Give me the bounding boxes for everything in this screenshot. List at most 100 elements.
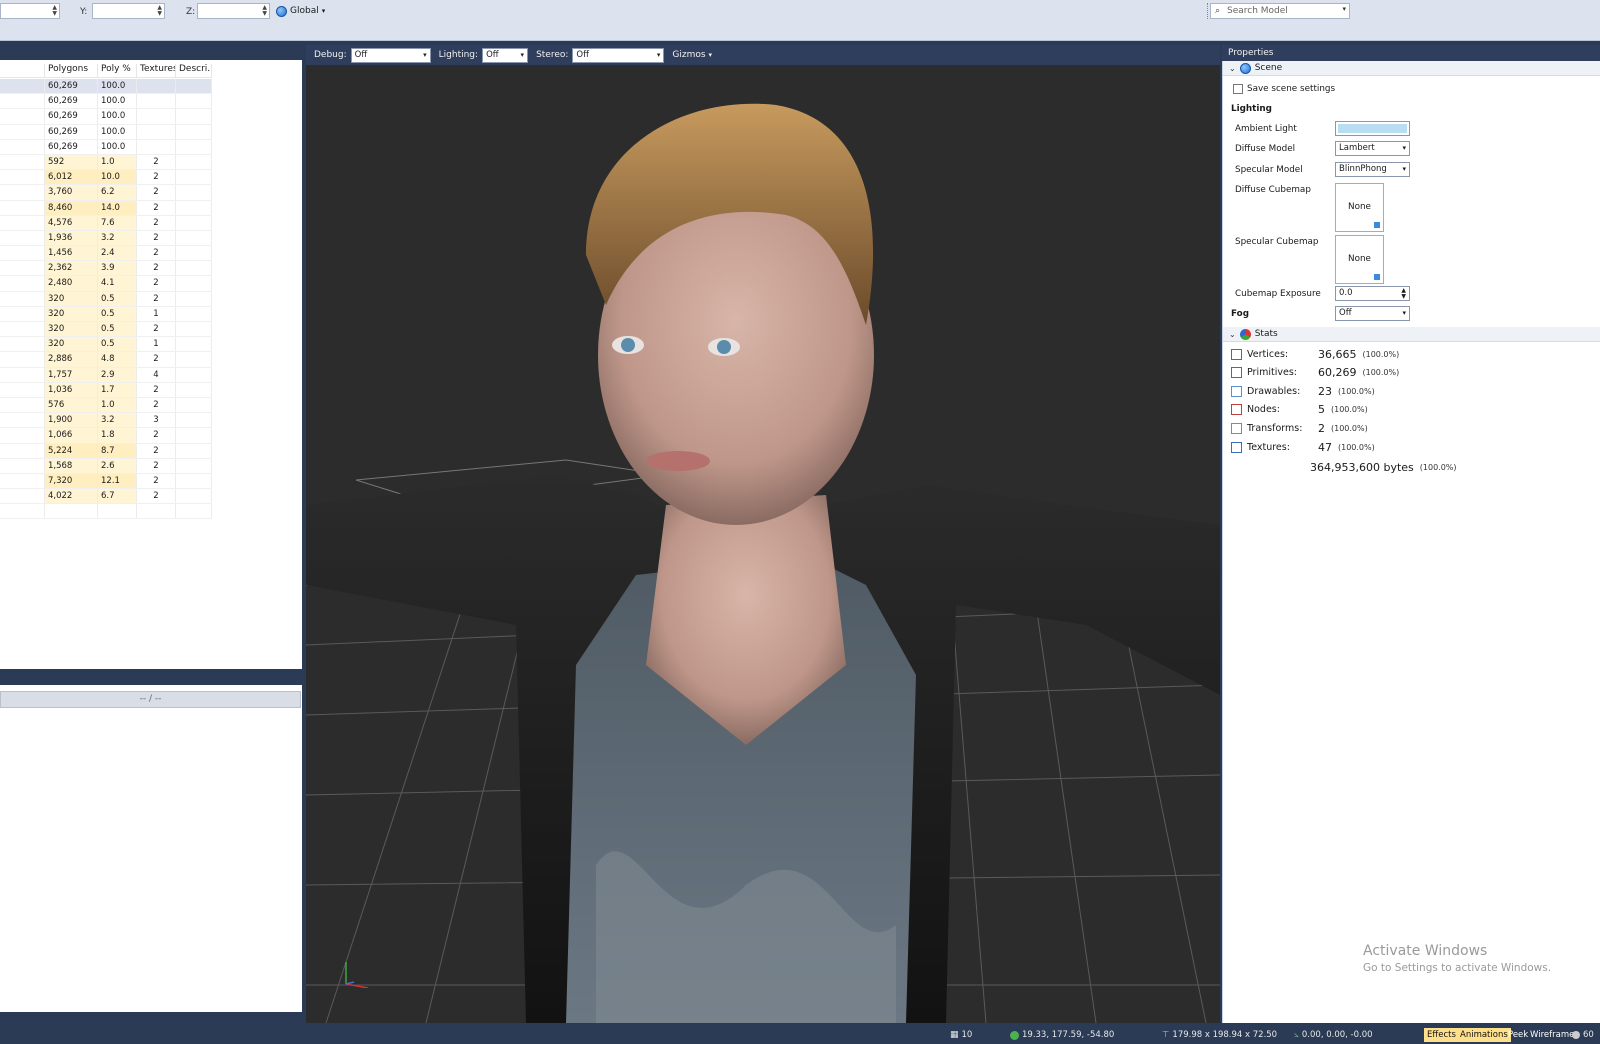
table-cell-polygons: 320 bbox=[45, 322, 98, 337]
peek-toggle[interactable]: Peek bbox=[1508, 1030, 1528, 1040]
save-scene-settings-checkbox[interactable] bbox=[1233, 84, 1243, 94]
table-cell-polygons: 8,460 bbox=[45, 200, 98, 215]
stat-row: Vertices: 36,665 (100.0%) bbox=[1231, 346, 1399, 362]
column-header-poly-pct[interactable]: Poly % bbox=[98, 64, 137, 77]
table-row[interactable]: 6,012 10.0 2 bbox=[0, 170, 212, 186]
axis-gizmo-icon bbox=[345, 962, 369, 988]
specular-cubemap-slot[interactable]: None bbox=[1335, 235, 1384, 284]
table-cell-poly-pct: 100.0 bbox=[98, 94, 137, 109]
search-model-input[interactable]: ⌕ Search Model ▾ bbox=[1210, 3, 1350, 19]
stat-pct: (100.0%) bbox=[1331, 423, 1368, 433]
diffuse-model-dropdown[interactable]: Lambert ▾ bbox=[1335, 141, 1410, 156]
table-row[interactable]: 60,269 100.0 bbox=[0, 94, 212, 110]
table-row[interactable]: 592 1.0 2 bbox=[0, 154, 212, 171]
animations-toggle[interactable]: Animations bbox=[1457, 1028, 1511, 1042]
wireframe-toggle[interactable]: Wireframe bbox=[1530, 1030, 1574, 1040]
effects-toggle[interactable]: Effects bbox=[1424, 1028, 1459, 1042]
debug-dropdown[interactable]: Off ▾ bbox=[350, 47, 431, 63]
table-row[interactable]: 2,480 4.1 2 bbox=[0, 276, 212, 292]
table-cell-textures: 2 bbox=[137, 170, 176, 185]
table-cell-name bbox=[0, 473, 45, 489]
viewport-scene[interactable] bbox=[306, 65, 1220, 1023]
column-header-textures[interactable]: Textures bbox=[137, 64, 176, 77]
3d-viewport[interactable] bbox=[306, 65, 1220, 1023]
table-row[interactable]: 60,269 100.0 bbox=[0, 124, 212, 140]
table-cell-polygons: 3,760 bbox=[45, 185, 98, 200]
table-row[interactable]: 2,886 4.8 2 bbox=[0, 352, 212, 368]
specular-model-dropdown[interactable]: BlinnPhong ▾ bbox=[1335, 162, 1410, 177]
toolbar-grip[interactable] bbox=[1207, 3, 1209, 19]
table-row[interactable]: 1,936 3.2 2 bbox=[0, 230, 212, 247]
browse-icon bbox=[1374, 274, 1380, 280]
table-cell-name bbox=[0, 306, 45, 321]
diffuse-cubemap-slot[interactable]: None bbox=[1335, 183, 1384, 232]
fps-readout: 60 bbox=[1572, 1030, 1594, 1040]
fps-value: 60 bbox=[1583, 1030, 1594, 1040]
table-row[interactable]: 1,568 2.6 2 bbox=[0, 458, 212, 474]
x-coordinate-input[interactable]: ▲ ▼ bbox=[0, 3, 60, 19]
fog-dropdown[interactable]: Off ▾ bbox=[1335, 306, 1410, 321]
table-row[interactable]: 7,320 12.1 2 bbox=[0, 473, 212, 490]
table-cell-poly-pct: 2.4 bbox=[98, 246, 137, 261]
table-row[interactable]: 1,036 1.7 2 bbox=[0, 382, 212, 398]
cubemap-exposure-value: 0.0 bbox=[1339, 288, 1353, 298]
table-row[interactable]: 576 1.0 2 bbox=[0, 397, 212, 414]
table-cell-polygons: 60,269 bbox=[45, 139, 98, 154]
table-cell-polygons: 592 bbox=[45, 154, 98, 170]
y-coordinate-input[interactable]: ▲ ▼ bbox=[92, 3, 165, 19]
table-cell-name bbox=[0, 200, 45, 215]
z-coordinate-input[interactable]: ▲ ▼ bbox=[197, 3, 270, 19]
table-cell-textures: 2 bbox=[137, 473, 176, 489]
lighting-dropdown[interactable]: Off ▾ bbox=[482, 47, 529, 63]
table-row[interactable]: 1,456 2.4 2 bbox=[0, 246, 212, 262]
table-row[interactable]: 60,269 100.0 bbox=[0, 79, 212, 95]
table-row[interactable]: 320 0.5 1 bbox=[0, 337, 212, 353]
table-cell-textures: 2 bbox=[137, 215, 176, 230]
table-row[interactable]: 320 0.5 2 bbox=[0, 291, 212, 307]
table-row[interactable]: 1,757 2.9 4 bbox=[0, 367, 212, 383]
table-cell-name bbox=[0, 261, 45, 276]
chevron-down-icon: ▾ bbox=[423, 50, 427, 59]
chevron-down-icon: ⌄ bbox=[1229, 63, 1236, 73]
table-cell-description bbox=[176, 230, 212, 246]
column-header-polygons[interactable]: Polygons bbox=[45, 64, 98, 77]
diffuse-cubemap-label: Diffuse Cubemap bbox=[1235, 185, 1311, 195]
ambient-light-color-picker[interactable] bbox=[1335, 121, 1410, 136]
column-header-name[interactable] bbox=[0, 64, 45, 77]
table-row[interactable]: 4,022 6.7 2 bbox=[0, 489, 212, 505]
table-cell-poly-pct: 2.9 bbox=[98, 367, 137, 382]
table-cell-description bbox=[176, 337, 212, 352]
table-cell-textures: 2 bbox=[137, 458, 176, 473]
column-header-description[interactable]: Descri... bbox=[176, 64, 212, 77]
fog-label: Fog bbox=[1231, 309, 1249, 319]
transforms-icon bbox=[1231, 422, 1242, 434]
table-cell-name bbox=[0, 139, 45, 154]
table-cell-polygons: 320 bbox=[45, 306, 98, 321]
table-row[interactable]: 8,460 14.0 2 bbox=[0, 200, 212, 216]
table-row[interactable]: 60,269 100.0 bbox=[0, 139, 212, 155]
table-row[interactable]: 320 0.5 1 bbox=[0, 306, 212, 322]
table-row[interactable]: 2,362 3.9 2 bbox=[0, 261, 212, 277]
table-row[interactable]: 1,066 1.8 2 bbox=[0, 428, 212, 444]
chevron-down-icon: ▾ bbox=[520, 50, 525, 59]
cubemap-exposure-input[interactable]: 0.0 ▲ ▼ bbox=[1335, 286, 1410, 301]
table-row[interactable]: 4,576 7.6 2 bbox=[0, 215, 212, 231]
table-cell-poly-pct: 6.7 bbox=[98, 489, 137, 504]
table-row[interactable]: 320 0.5 2 bbox=[0, 322, 212, 338]
scene-section-header[interactable]: ⌄ Scene bbox=[1223, 61, 1600, 76]
table-row[interactable]: 60,269 100.0 bbox=[0, 109, 212, 125]
stats-section-header[interactable]: ⌄ Stats bbox=[1223, 327, 1600, 342]
table-row[interactable]: 1,900 3.2 3 bbox=[0, 413, 212, 429]
stereo-dropdown[interactable]: Off ▾ bbox=[572, 47, 665, 63]
coordinate-space-dropdown[interactable]: Global ▾ bbox=[276, 3, 325, 19]
stereo-label: Stereo: bbox=[536, 50, 569, 60]
table-row[interactable]: 5,224 8.7 2 bbox=[0, 443, 212, 459]
position-value: 19.33, 177.59, -54.80 bbox=[1022, 1030, 1115, 1040]
watermark-subtitle: Go to Settings to activate Windows. bbox=[1363, 962, 1552, 974]
gizmos-menu[interactable]: Gizmos ▾ bbox=[672, 50, 712, 60]
chevron-down-icon: ⌄ bbox=[1229, 329, 1236, 339]
table-row[interactable]: 3,760 6.2 2 bbox=[0, 185, 212, 201]
timeline-field[interactable]: -- / -- bbox=[0, 691, 301, 708]
table-cell-description bbox=[176, 443, 212, 458]
size-readout: ⊤ 179.98 x 198.94 x 72.50 bbox=[1162, 1030, 1277, 1040]
